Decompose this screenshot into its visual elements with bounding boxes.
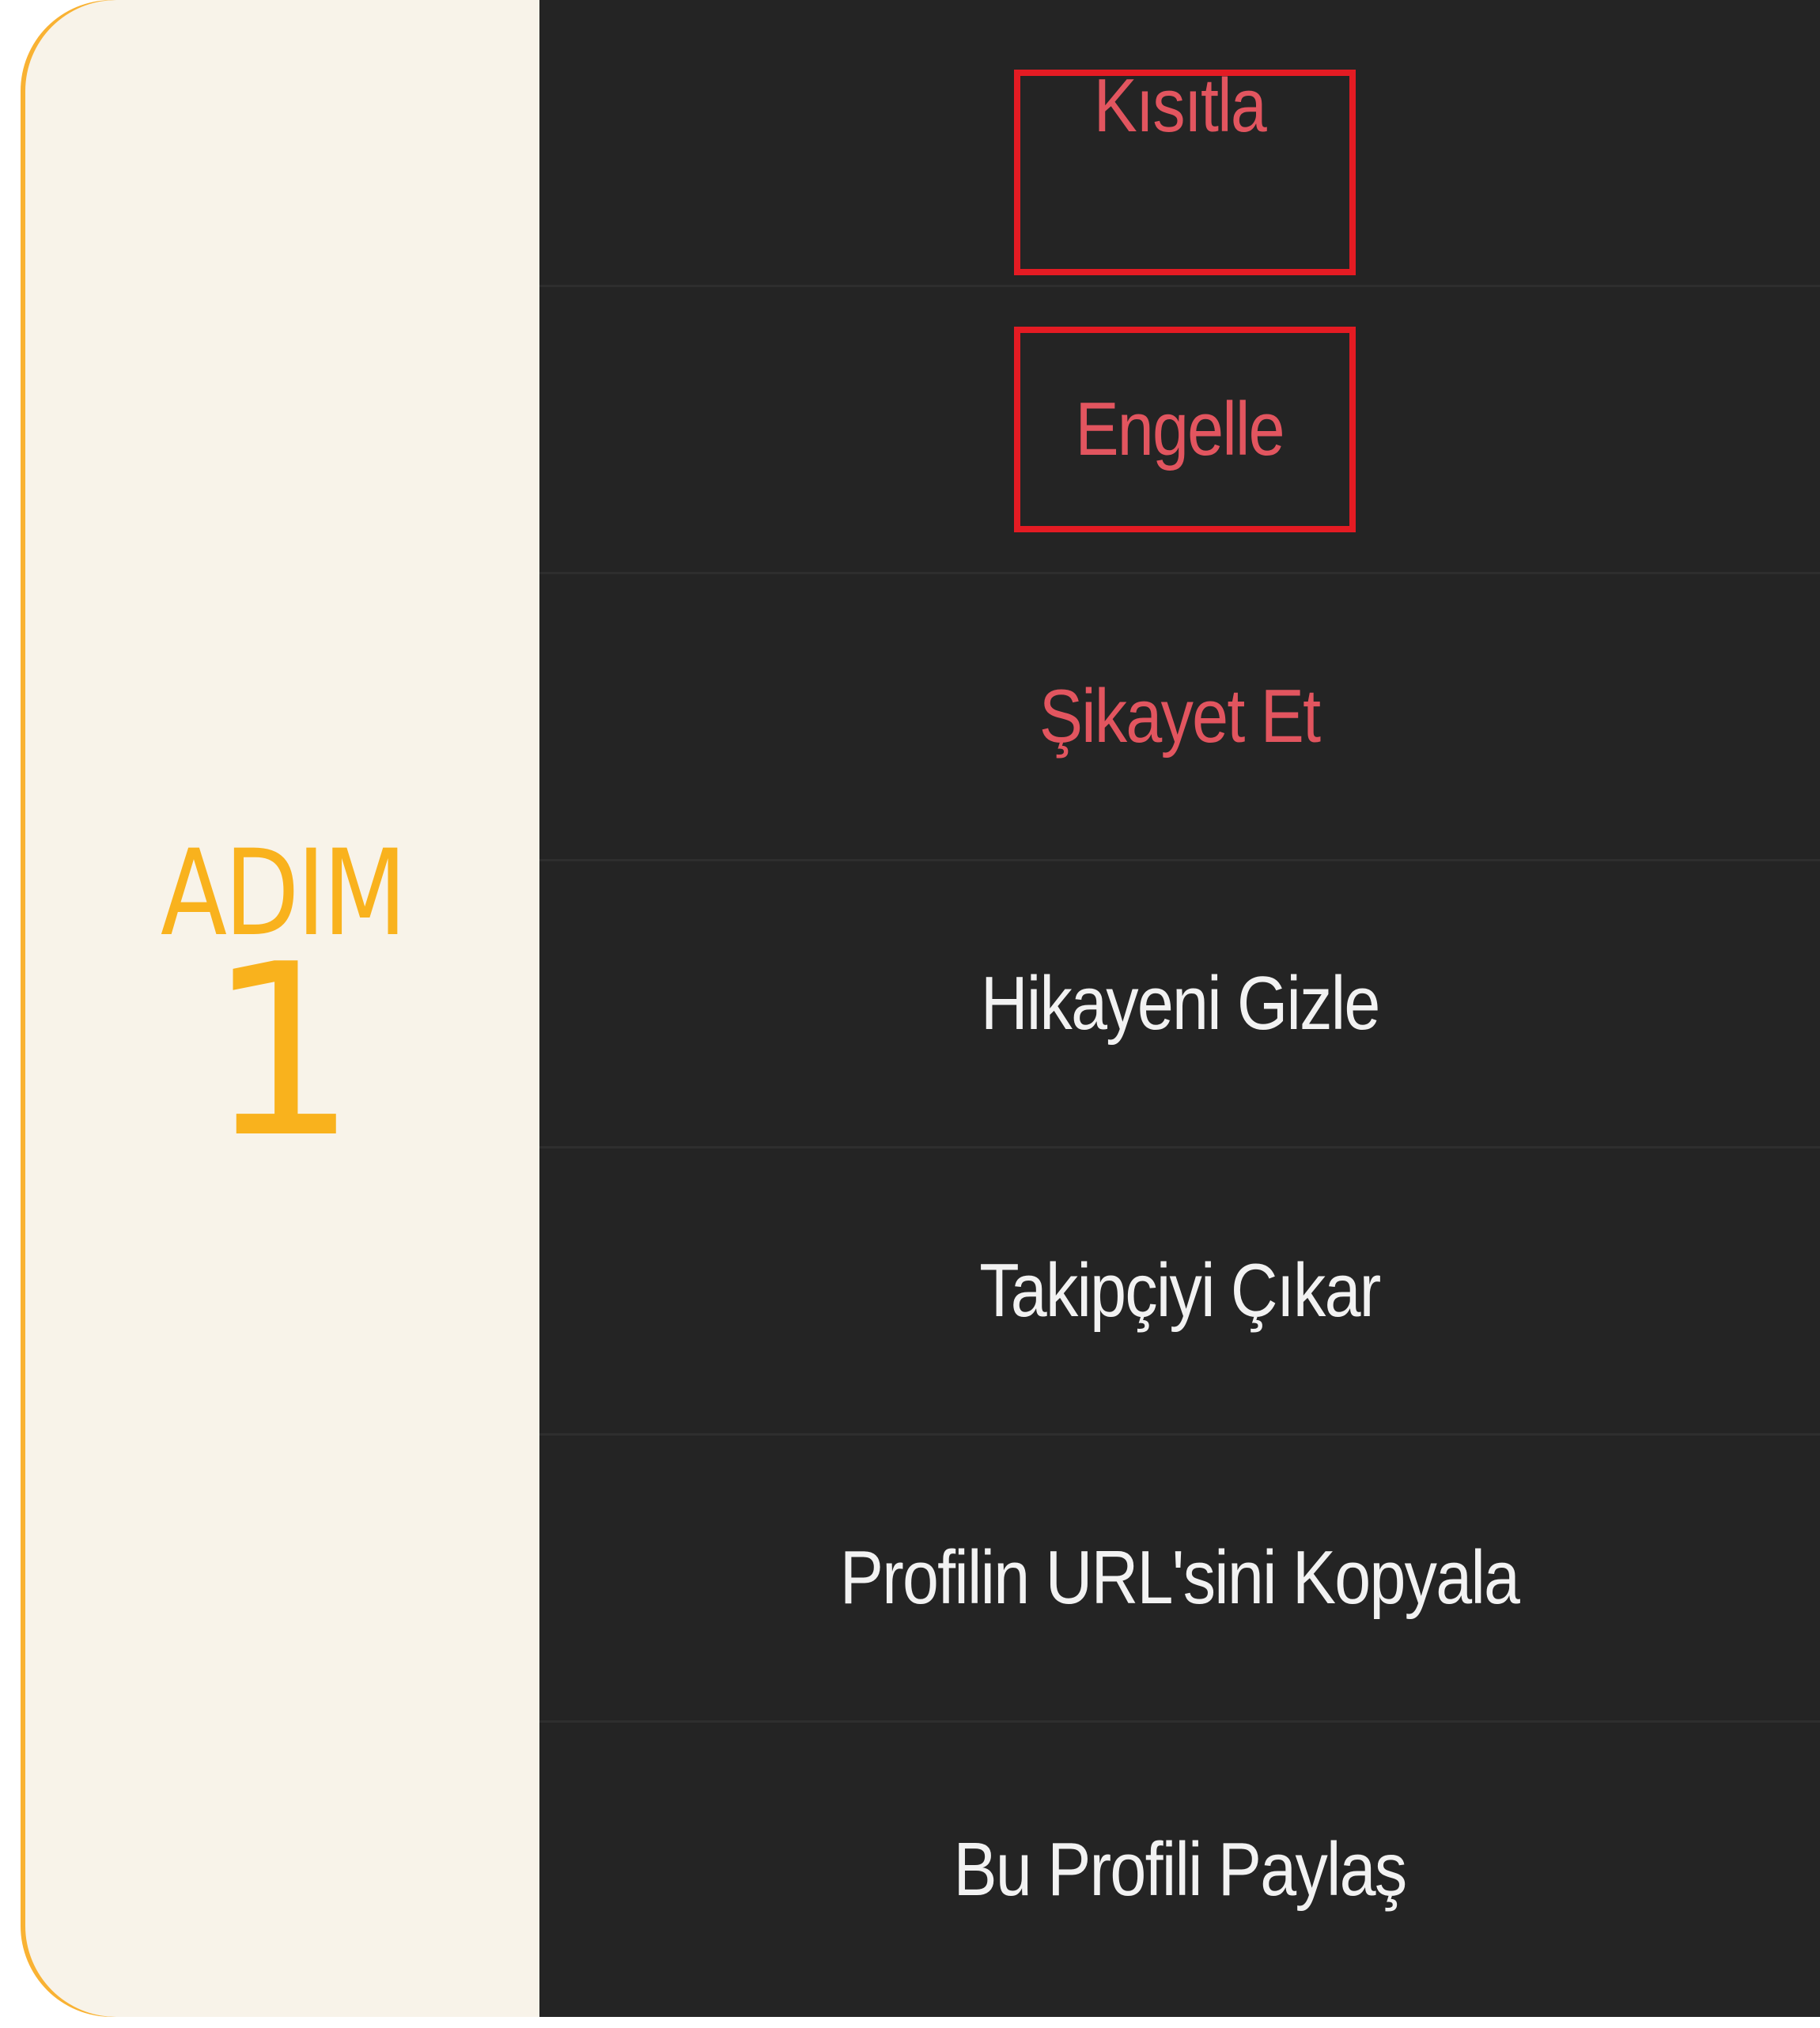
hide-story-button[interactable]: Hikayeni Gizle <box>539 861 1820 1148</box>
share-profile-button[interactable]: Bu Profili Paylaş <box>539 1723 1820 2017</box>
profile-action-menu: Kısıtla Engelle Şikayet Et Hikayeni Gizl… <box>539 0 1820 2017</box>
step-indicator: ADIM 1 <box>25 0 539 2017</box>
restrict-label: Kısıtla <box>1093 63 1267 148</box>
remove-follower-label: Takipçiyi Çıkar <box>979 1248 1381 1333</box>
block-label: Engelle <box>1075 387 1285 471</box>
block-button[interactable]: Engelle <box>539 287 1820 574</box>
restrict-button[interactable]: Kısıtla <box>539 0 1820 287</box>
remove-follower-button[interactable]: Takipçiyi Çıkar <box>539 1148 1820 1436</box>
copy-profile-url-label: Profilin URL'sini Kopyala <box>840 1535 1520 1620</box>
report-label: Şikayet Et <box>1039 674 1321 759</box>
step-number: 1 <box>206 914 358 1190</box>
report-button[interactable]: Şikayet Et <box>539 574 1820 861</box>
copy-profile-url-button[interactable]: Profilin URL'sini Kopyala <box>539 1436 1820 1723</box>
share-profile-label: Bu Profili Paylaş <box>953 1827 1408 1912</box>
hide-story-label: Hikayeni Gizle <box>980 961 1380 1046</box>
